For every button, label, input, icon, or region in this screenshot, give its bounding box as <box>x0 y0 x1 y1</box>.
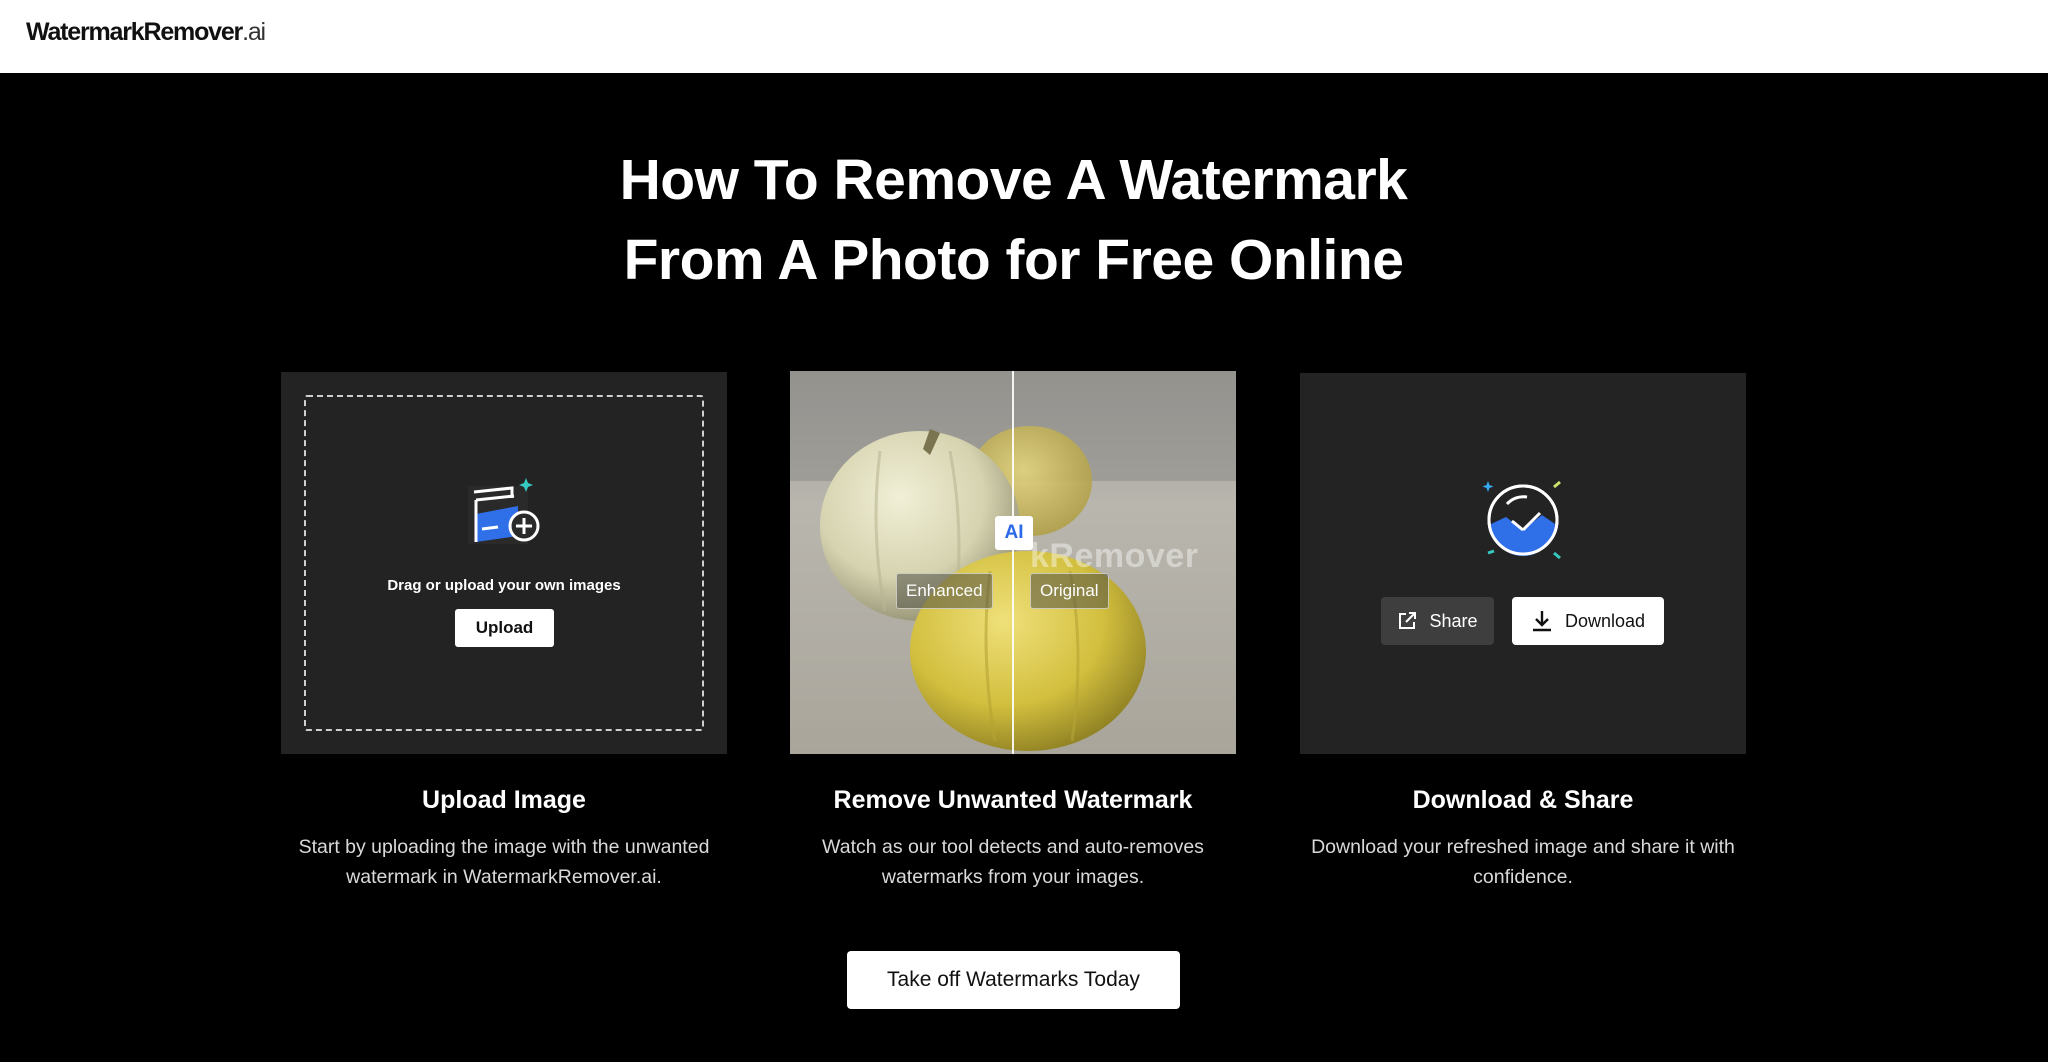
share-button-label: Share <box>1429 610 1478 631</box>
logo-suffix-text: .ai <box>242 18 266 46</box>
original-label: Original <box>1030 573 1109 609</box>
compare-card: kRemover AI Enhanced Original <box>790 371 1236 754</box>
site-logo[interactable]: WatermarkRemover.ai <box>26 18 266 47</box>
download-button[interactable]: Download <box>1512 597 1664 645</box>
step-description-upload: Start by uploading the image with the un… <box>298 836 710 888</box>
page-title: How To Remove A Watermark From A Photo f… <box>0 140 2027 300</box>
cta-button[interactable]: Take off Watermarks Today <box>847 951 1180 1009</box>
page-title-line-1: How To Remove A Watermark <box>619 148 1408 212</box>
download-card: Share Download <box>1300 373 1746 754</box>
download-button-label: Download <box>1564 610 1646 631</box>
page-title-line-2: From A Photo for Free Online <box>623 228 1404 292</box>
upload-dropzone[interactable]: Drag or upload your own images Upload <box>304 395 704 731</box>
ai-badge: AI <box>995 516 1033 550</box>
download-icon <box>1532 611 1551 632</box>
step-description-remove: Watch as our tool detects and auto-remov… <box>822 836 1204 888</box>
enhanced-label: Enhanced <box>896 573 993 609</box>
step-title-download: Download & Share <box>1412 786 1634 814</box>
image-upload-icon <box>468 478 540 544</box>
dropzone-instructions: Drag or upload your own images <box>387 577 621 594</box>
plus-circle-icon <box>508 510 540 542</box>
share-icon <box>1399 612 1417 629</box>
step-title-remove: Remove Unwanted Watermark <box>833 786 1193 814</box>
step-description-download: Download your refreshed image and share … <box>1311 836 1735 888</box>
step-title-upload: Upload Image <box>422 786 586 814</box>
upload-card: Drag or upload your own images Upload <box>281 372 727 754</box>
upload-button[interactable]: Upload <box>455 609 554 647</box>
logo-main-text: WatermarkRemover <box>26 18 243 46</box>
clock-icon <box>1482 480 1561 560</box>
compare-slider-handle[interactable] <box>1012 371 1014 754</box>
watermark-overlay-text: kRemover <box>1030 537 1199 575</box>
top-bar: WatermarkRemover.ai <box>0 0 2048 73</box>
share-button[interactable]: Share <box>1381 597 1494 645</box>
